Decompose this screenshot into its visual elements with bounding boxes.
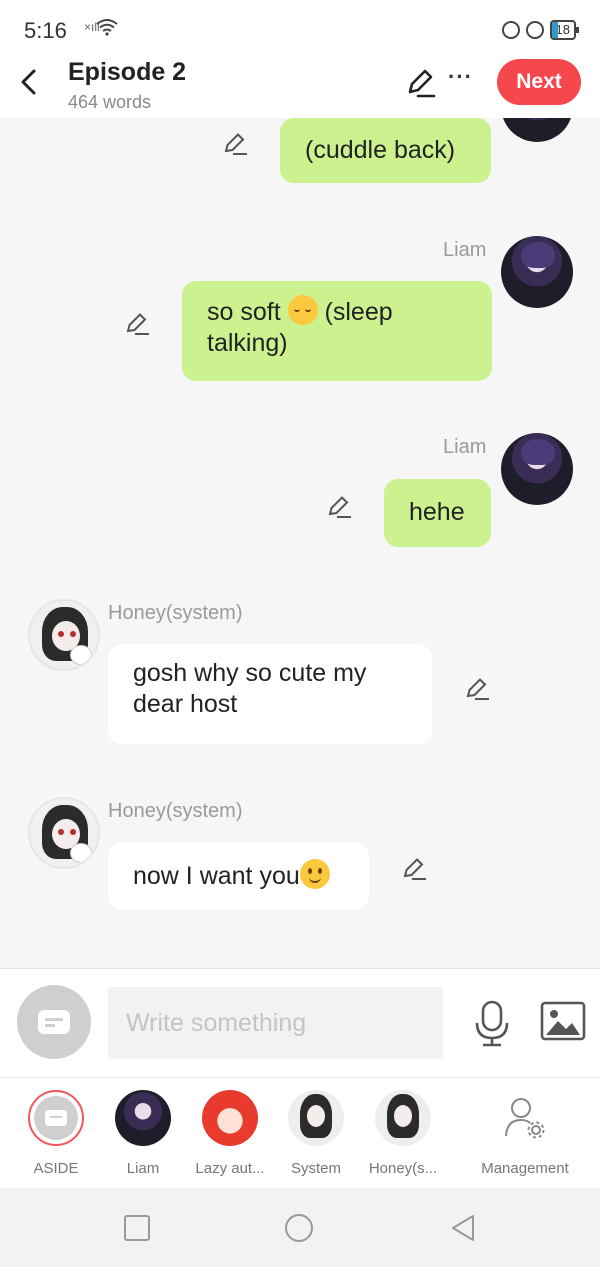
avatar-honey[interactable] <box>28 797 100 869</box>
avatar-liam[interactable] <box>501 433 573 505</box>
message-text: so soft <box>207 298 288 326</box>
message-text: gosh why so cute my dear host <box>133 659 367 718</box>
speaker-name: Liam <box>443 436 487 458</box>
battery-icon: 18 <box>549 20 580 40</box>
back-button[interactable] <box>14 62 42 102</box>
edit-message-icon[interactable] <box>400 854 428 882</box>
edit-message-icon[interactable] <box>221 129 249 157</box>
chevron-left-icon <box>21 69 36 95</box>
aside-toggle-button[interactable] <box>17 985 91 1059</box>
avatar-liam[interactable] <box>501 236 573 308</box>
message-input[interactable] <box>108 987 443 1059</box>
aside-avatar <box>28 1090 84 1146</box>
role-honey[interactable]: Honey(s... <box>358 1090 448 1177</box>
composer-bar <box>0 968 600 1078</box>
role-label: Honey(s... <box>368 1160 438 1177</box>
more-options-icon[interactable]: ··· <box>448 64 473 90</box>
avatar-honey[interactable] <box>28 599 100 671</box>
role-label: Management <box>481 1160 569 1177</box>
message-bubble[interactable]: (cuddle back) <box>280 118 491 183</box>
episode-title: Episode 2 <box>68 58 187 86</box>
back-triangle-icon[interactable] <box>448 1213 478 1243</box>
message-icon <box>38 1010 70 1034</box>
data-saver-icon <box>501 21 520 39</box>
message-icon <box>45 1110 67 1126</box>
app-header: Episode 2 464 words ··· Next <box>0 56 600 118</box>
role-aside[interactable]: ASIDE <box>11 1090 101 1177</box>
recents-square-icon[interactable] <box>122 1213 152 1243</box>
role-label: Lazy aut... <box>195 1160 265 1177</box>
role-management[interactable]: Management <box>480 1090 570 1177</box>
image-icon[interactable] <box>540 1001 586 1043</box>
avatar-liam <box>115 1090 171 1146</box>
role-system[interactable]: System <box>271 1090 361 1177</box>
message-text: now I want you <box>133 862 300 890</box>
system-nav-bar <box>0 1188 600 1267</box>
chat-area[interactable]: (cuddle back) Liam so soft (sleep talkin… <box>0 118 600 968</box>
message-bubble[interactable]: hehe <box>384 479 491 547</box>
speaker-name: Honey(system) <box>108 800 243 822</box>
edit-message-icon[interactable] <box>123 309 151 337</box>
word-count: 464 words <box>68 92 152 112</box>
rotation-lock-icon <box>525 21 544 39</box>
speaker-name: Honey(system) <box>108 602 243 624</box>
role-label: Liam <box>126 1160 160 1177</box>
avatar-liam[interactable] <box>501 118 573 142</box>
role-liam[interactable]: Liam <box>98 1090 188 1177</box>
role-lazy-author[interactable]: Lazy aut... <box>185 1090 275 1177</box>
message-bubble[interactable]: so soft (sleep talking) <box>182 281 492 381</box>
sleepy-face-emoji-icon <box>287 295 318 325</box>
status-time: 5:16 <box>24 18 67 43</box>
avatar-honey <box>375 1090 431 1146</box>
role-label: ASIDE <box>33 1160 79 1177</box>
microphone-icon[interactable] <box>470 999 514 1047</box>
avatar-system <box>288 1090 344 1146</box>
home-circle-icon[interactable] <box>284 1213 314 1243</box>
avatar-lazy-author <box>202 1090 258 1146</box>
next-button[interactable]: Next <box>497 59 581 105</box>
message-bubble[interactable]: gosh why so cute my dear host <box>108 644 432 744</box>
edit-episode-icon[interactable] <box>402 66 436 100</box>
wifi-icon <box>96 19 118 36</box>
edit-message-icon[interactable] <box>463 674 491 702</box>
role-selector: ASIDE Liam Lazy aut... System Honey(s...… <box>0 1078 600 1188</box>
user-settings-icon <box>497 1090 553 1146</box>
status-bar: 5:16 ×ıll 18 <box>0 0 600 56</box>
edit-message-icon[interactable] <box>325 492 353 520</box>
role-label: System <box>290 1160 341 1177</box>
speaker-name: Liam <box>443 239 487 261</box>
message-bubble[interactable]: now I want you <box>108 842 369 910</box>
smiling-face-emoji-icon <box>299 859 330 889</box>
message-text: (cuddle back) <box>305 136 456 164</box>
message-text: hehe <box>409 498 465 526</box>
